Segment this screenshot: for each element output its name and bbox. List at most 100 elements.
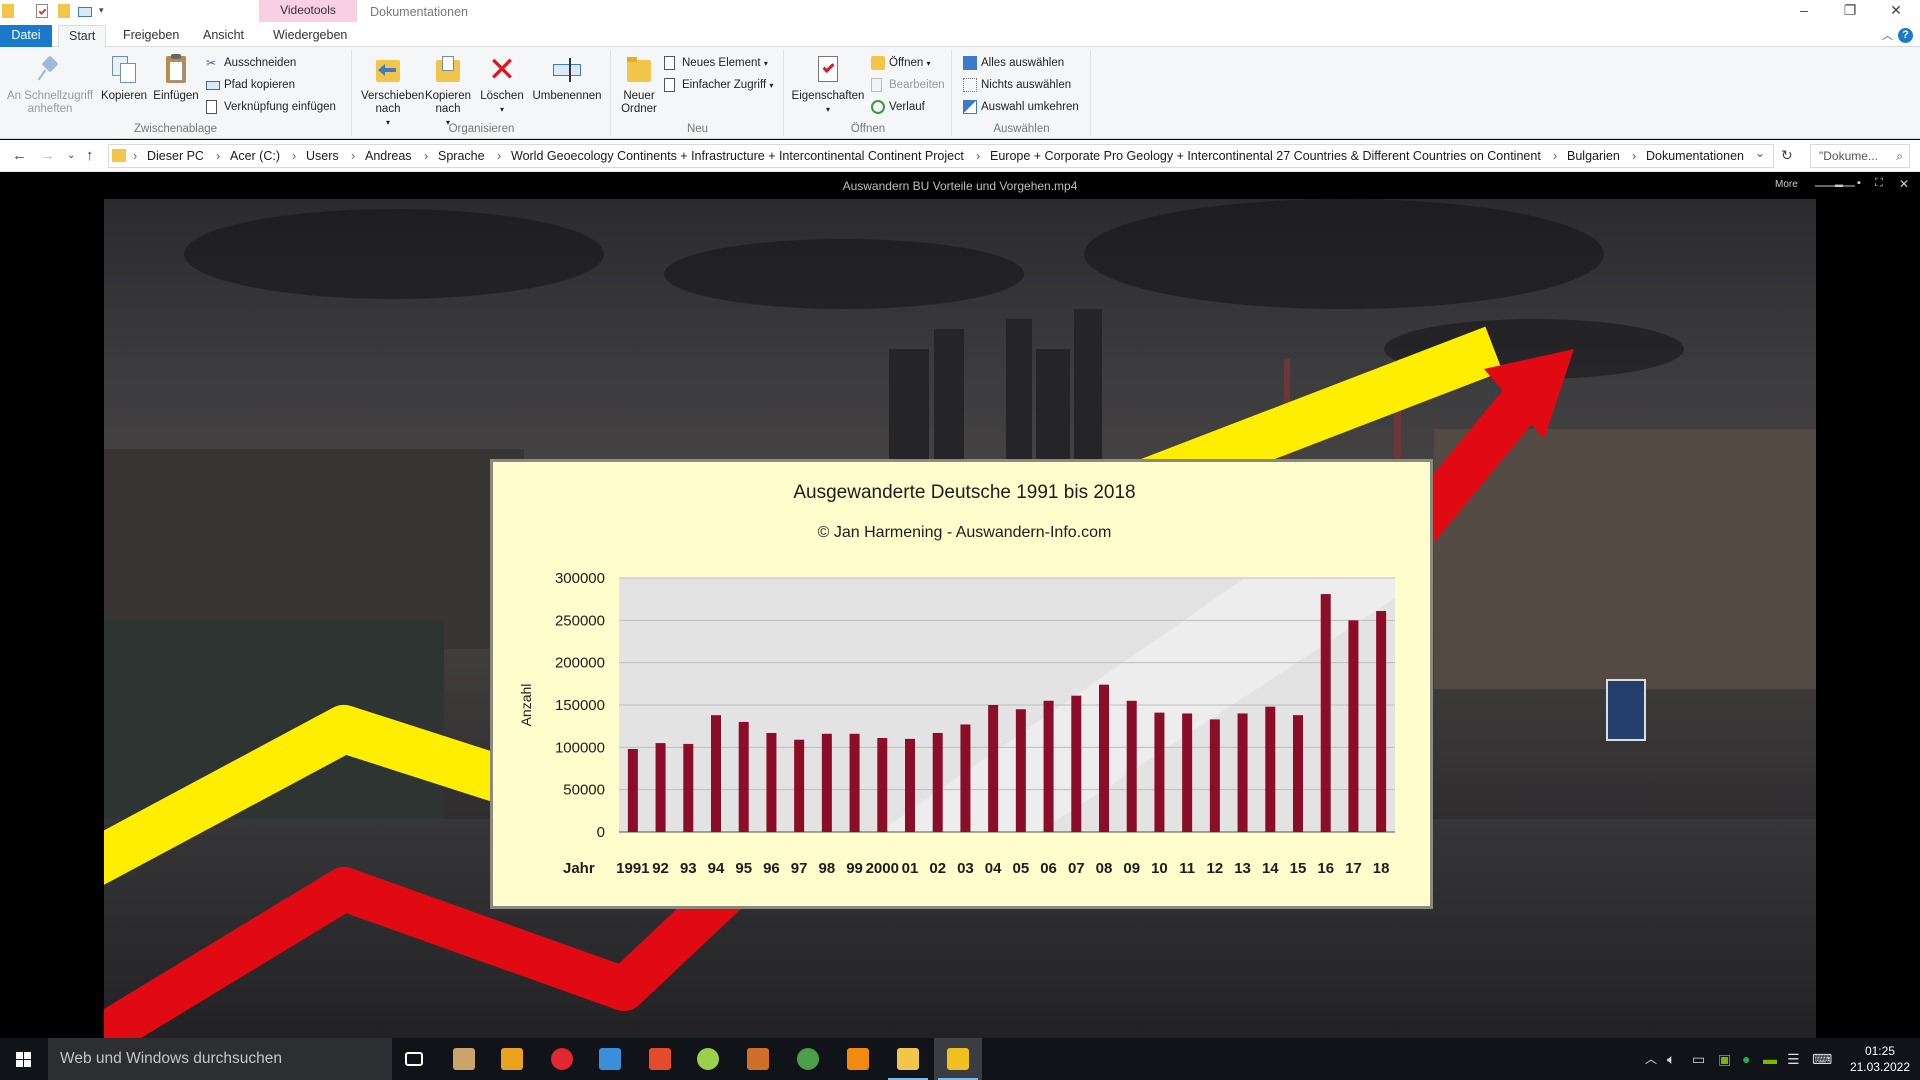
- minimize-button[interactable]: –: [1781, 0, 1827, 22]
- taskbar-app-image-editor[interactable]: [734, 1038, 782, 1080]
- help-icon[interactable]: ?: [1898, 28, 1913, 43]
- rename-button[interactable]: Umbenennen: [529, 54, 605, 103]
- video-minimize-button[interactable]: ▬: [1835, 180, 1843, 189]
- back-arrow-icon[interactable]: ←: [12, 147, 27, 164]
- copy-path-button[interactable]: Pfad kopieren: [204, 76, 295, 94]
- select-none-button[interactable]: Nichts auswählen: [961, 76, 1071, 94]
- new-folder-button[interactable]: Neuer Ordner: [614, 54, 664, 116]
- delete-label: Löschen: [480, 90, 524, 102]
- move-to-button[interactable]: Verschieben nach ▾: [357, 54, 424, 129]
- ribbon-collapse-icon[interactable]: ︿: [1882, 27, 1893, 43]
- breadcrumb-item[interactable]: Acer (C:): [230, 145, 280, 167]
- properties-button[interactable]: Eigenschaften ▾: [789, 54, 867, 116]
- taskbar-app-media-player[interactable]: [934, 1038, 982, 1080]
- breadcrumb-separator-icon[interactable]: ›: [292, 145, 296, 167]
- taskbar-app-task-view[interactable]: [392, 1038, 440, 1080]
- taskbar-clock[interactable]: 01:25 21.03.2022: [1850, 1043, 1910, 1075]
- close-button[interactable]: ✕: [1873, 0, 1919, 22]
- tab-datei[interactable]: Datei: [0, 25, 52, 47]
- address-bar[interactable]: › Dieser PC › Acer (C:) › Users › Andreas › Sprac…: [108, 144, 1774, 168]
- breadcrumb-item[interactable]: Andreas: [365, 145, 412, 167]
- easy-access-button[interactable]: Einfacher Zugriff ▾: [662, 76, 773, 94]
- breadcrumb-separator-icon[interactable]: ›: [424, 145, 428, 167]
- edit-button[interactable]: Bearbeiten: [869, 76, 945, 94]
- breadcrumb-item[interactable]: Europe + Corporate Pro Geology + Interco…: [990, 145, 1541, 167]
- taskbar-app-bird-app[interactable]: [488, 1038, 536, 1080]
- new-folder-quick-icon[interactable]: [58, 4, 70, 18]
- breadcrumb-separator-icon[interactable]: ›: [497, 145, 501, 167]
- breadcrumb-separator-icon[interactable]: ›: [351, 145, 355, 167]
- taskbar-app-picasa[interactable]: [684, 1038, 732, 1080]
- copy-button[interactable]: Kopieren: [98, 54, 150, 103]
- taskbar-app-vlc[interactable]: [834, 1038, 882, 1080]
- breadcrumb-separator-icon[interactable]: ›: [1553, 145, 1557, 167]
- video-restore-button[interactable]: ▪: [1857, 177, 1861, 189]
- tab-ansicht[interactable]: Ansicht: [193, 25, 254, 47]
- video-close-button[interactable]: ✕: [1899, 177, 1909, 191]
- breadcrumb-separator-icon[interactable]: ›: [1632, 145, 1636, 167]
- easy-access-icon: [664, 78, 675, 92]
- office-icon: [649, 1048, 671, 1070]
- search-input[interactable]: "Dokume... ⌕: [1810, 144, 1910, 168]
- network-icon[interactable]: ▭: [1692, 1038, 1705, 1080]
- history-button[interactable]: Verlauf: [869, 98, 925, 116]
- security-check-icon[interactable]: ●: [1742, 1038, 1750, 1080]
- rename-quick-icon[interactable]: [78, 7, 92, 17]
- breadcrumb-separator-icon[interactable]: ›: [133, 145, 137, 167]
- notifications-icon[interactable]: ☰: [1787, 1038, 1800, 1080]
- taskbar-search-input[interactable]: Web und Windows durchsuchen: [48, 1038, 392, 1080]
- select-all-button[interactable]: Alles auswählen: [961, 54, 1064, 72]
- cut-button[interactable]: ✂ Ausschneiden: [204, 54, 296, 72]
- taskbar-app-opera[interactable]: [538, 1038, 586, 1080]
- video-fullscreen-button[interactable]: ⛶: [1875, 177, 1883, 190]
- restore-button[interactable]: ❐: [1827, 0, 1873, 22]
- breadcrumb-item[interactable]: Sprache: [438, 145, 485, 167]
- video-frame: Ausgewanderte Deutsche 1991 bis 2018 © J…: [104, 199, 1816, 1038]
- bar: [1071, 695, 1082, 832]
- start-button[interactable]: [0, 1038, 48, 1080]
- recent-locations-chevron-icon[interactable]: ⌄: [67, 150, 75, 161]
- tab-start[interactable]: Start: [58, 25, 107, 48]
- refresh-icon[interactable]: ↻: [1781, 147, 1793, 164]
- bar: [1293, 715, 1303, 832]
- customize-quick-access-icon[interactable]: ▾: [99, 5, 115, 21]
- breadcrumb-separator-icon[interactable]: ›: [976, 145, 980, 167]
- taskbar-app-office[interactable]: [636, 1038, 684, 1080]
- taskbar-app-chrome[interactable]: [784, 1038, 832, 1080]
- more-button[interactable]: More: [1775, 179, 1798, 190]
- bar: [960, 724, 971, 832]
- video-player[interactable]: Auswandern BU Vorteile und Vorgehen.mp4 …: [0, 173, 1920, 1038]
- show-hidden-icons-chevron-icon[interactable]: ︿: [1645, 1038, 1657, 1080]
- breadcrumb-item[interactable]: World Geoecology Continents + Infrastruc…: [511, 145, 964, 167]
- taskbar-app-file-manager[interactable]: [440, 1038, 488, 1080]
- properties-quick-icon[interactable]: [36, 4, 48, 18]
- open-button[interactable]: Öffnen ▾: [869, 54, 931, 72]
- new-item-button[interactable]: Neues Element ▾: [662, 54, 768, 72]
- tab-wiedergeben[interactable]: Wiedergeben: [263, 25, 357, 47]
- address-dropdown-icon[interactable]: ⌄: [1755, 146, 1765, 160]
- breadcrumb-item[interactable]: Dokumentationen: [1646, 145, 1744, 167]
- keyboard-icon[interactable]: ⌨: [1812, 1038, 1832, 1080]
- paste-button[interactable]: Einfügen: [150, 54, 202, 103]
- nvidia-icon[interactable]: ▣: [1718, 1038, 1731, 1080]
- pin-to-quick-access-button[interactable]: An Schnellzugriff anheften: [4, 54, 96, 116]
- breadcrumb-item[interactable]: Dieser PC: [147, 145, 204, 167]
- search-placeholder: "Dokume...: [1819, 149, 1878, 163]
- breadcrumb-item[interactable]: Bulgarien: [1567, 145, 1620, 167]
- taskbar-app-explorer[interactable]: [884, 1038, 932, 1080]
- copy-path-icon: [206, 81, 220, 90]
- open-dropdown-icon: ▾: [926, 59, 931, 68]
- copy-to-button[interactable]: Kopieren nach ▾: [421, 54, 475, 129]
- tab-freigeben[interactable]: Freigeben: [113, 25, 189, 47]
- breadcrumb-item[interactable]: Users: [306, 145, 339, 167]
- explorer-icon: [897, 1048, 919, 1070]
- volume-icon[interactable]: 🔈︎: [1667, 1038, 1675, 1080]
- paste-shortcut-button[interactable]: Verknüpfung einfügen: [204, 98, 336, 116]
- invert-selection-button[interactable]: Auswahl umkehren: [961, 98, 1079, 116]
- forward-arrow-icon[interactable]: →: [40, 147, 55, 164]
- breadcrumb-separator-icon[interactable]: ›: [216, 145, 220, 167]
- delete-button[interactable]: ✕ Löschen ▾: [477, 53, 527, 116]
- gpu-icon[interactable]: ▬: [1763, 1038, 1777, 1080]
- taskbar-app-photos[interactable]: [586, 1038, 634, 1080]
- up-arrow-icon[interactable]: ↑: [86, 147, 94, 164]
